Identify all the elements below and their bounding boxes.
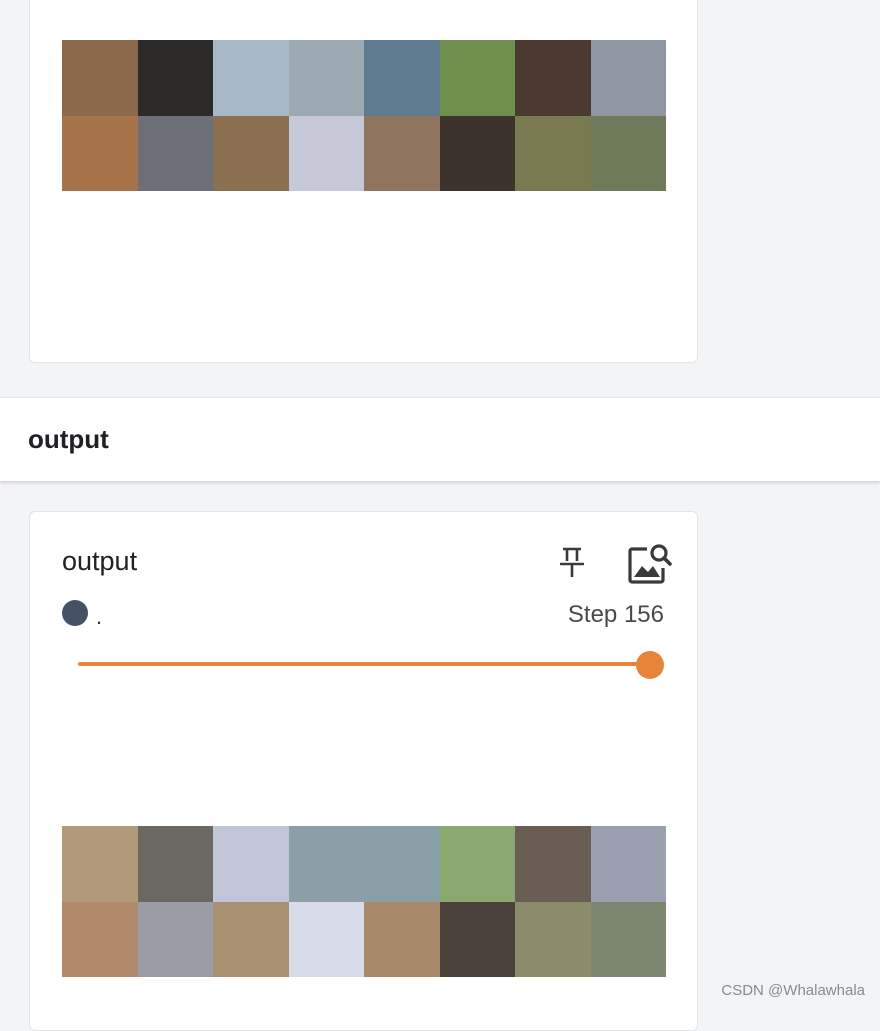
output-grid-thumbnail — [439, 901, 515, 977]
top-grid-thumbnail — [515, 40, 591, 116]
top-grid-thumbnail — [364, 115, 440, 191]
run-name: . — [96, 604, 103, 629]
top-grid-thumbnail — [288, 40, 364, 116]
output-grid-thumbnail — [137, 901, 213, 977]
top-grid-thumbnail — [62, 115, 138, 191]
output-grid-thumbnail — [213, 826, 289, 902]
output-grid-thumbnail — [515, 826, 591, 902]
image-grid-output — [62, 826, 666, 977]
step-slider-thumb[interactable] — [636, 651, 664, 679]
top-grid-thumbnail — [62, 40, 138, 116]
top-grid-thumbnail — [439, 40, 515, 116]
output-grid-thumbnail — [62, 826, 138, 902]
top-grid-thumbnail — [364, 40, 440, 116]
output-grid-thumbnail — [137, 826, 213, 902]
top-grid-thumbnail — [213, 40, 289, 116]
top-grid-thumbnail — [288, 115, 364, 191]
top-grid-thumbnail — [590, 115, 666, 191]
pin-icon-svg — [560, 547, 584, 577]
output-grid-thumbnail — [590, 901, 666, 977]
output-grid-thumbnail — [62, 901, 138, 977]
watermark: CSDN @Whalawhala — [721, 982, 865, 999]
pin-icon[interactable] — [556, 544, 588, 580]
card-title: output — [62, 546, 138, 576]
image-grid-top — [62, 40, 666, 191]
output-grid-thumbnail — [439, 826, 515, 902]
step-indicator: Step 156 — [567, 601, 664, 628]
output-grid-thumbnail — [590, 826, 666, 902]
top-grid-thumbnail — [137, 40, 213, 116]
output-grid-thumbnail — [288, 826, 364, 902]
top-grid-thumbnail — [439, 115, 515, 191]
top-grid-thumbnail — [515, 115, 591, 191]
image-search-icon[interactable] — [627, 540, 673, 586]
output-grid-thumbnail — [364, 826, 440, 902]
step-slider-track[interactable] — [78, 662, 650, 666]
section-header: output — [0, 397, 880, 481]
run-color-dot — [62, 600, 88, 626]
top-grid-thumbnail — [213, 115, 289, 191]
output-grid-thumbnail — [288, 901, 364, 977]
output-grid-thumbnail — [515, 901, 591, 977]
top-grid-thumbnail — [137, 115, 213, 191]
section-title: output — [28, 424, 109, 454]
image-search-icon-svg — [628, 544, 672, 584]
top-grid-thumbnail — [590, 40, 666, 116]
output-grid-thumbnail — [364, 901, 440, 977]
output-grid-thumbnail — [213, 901, 289, 977]
